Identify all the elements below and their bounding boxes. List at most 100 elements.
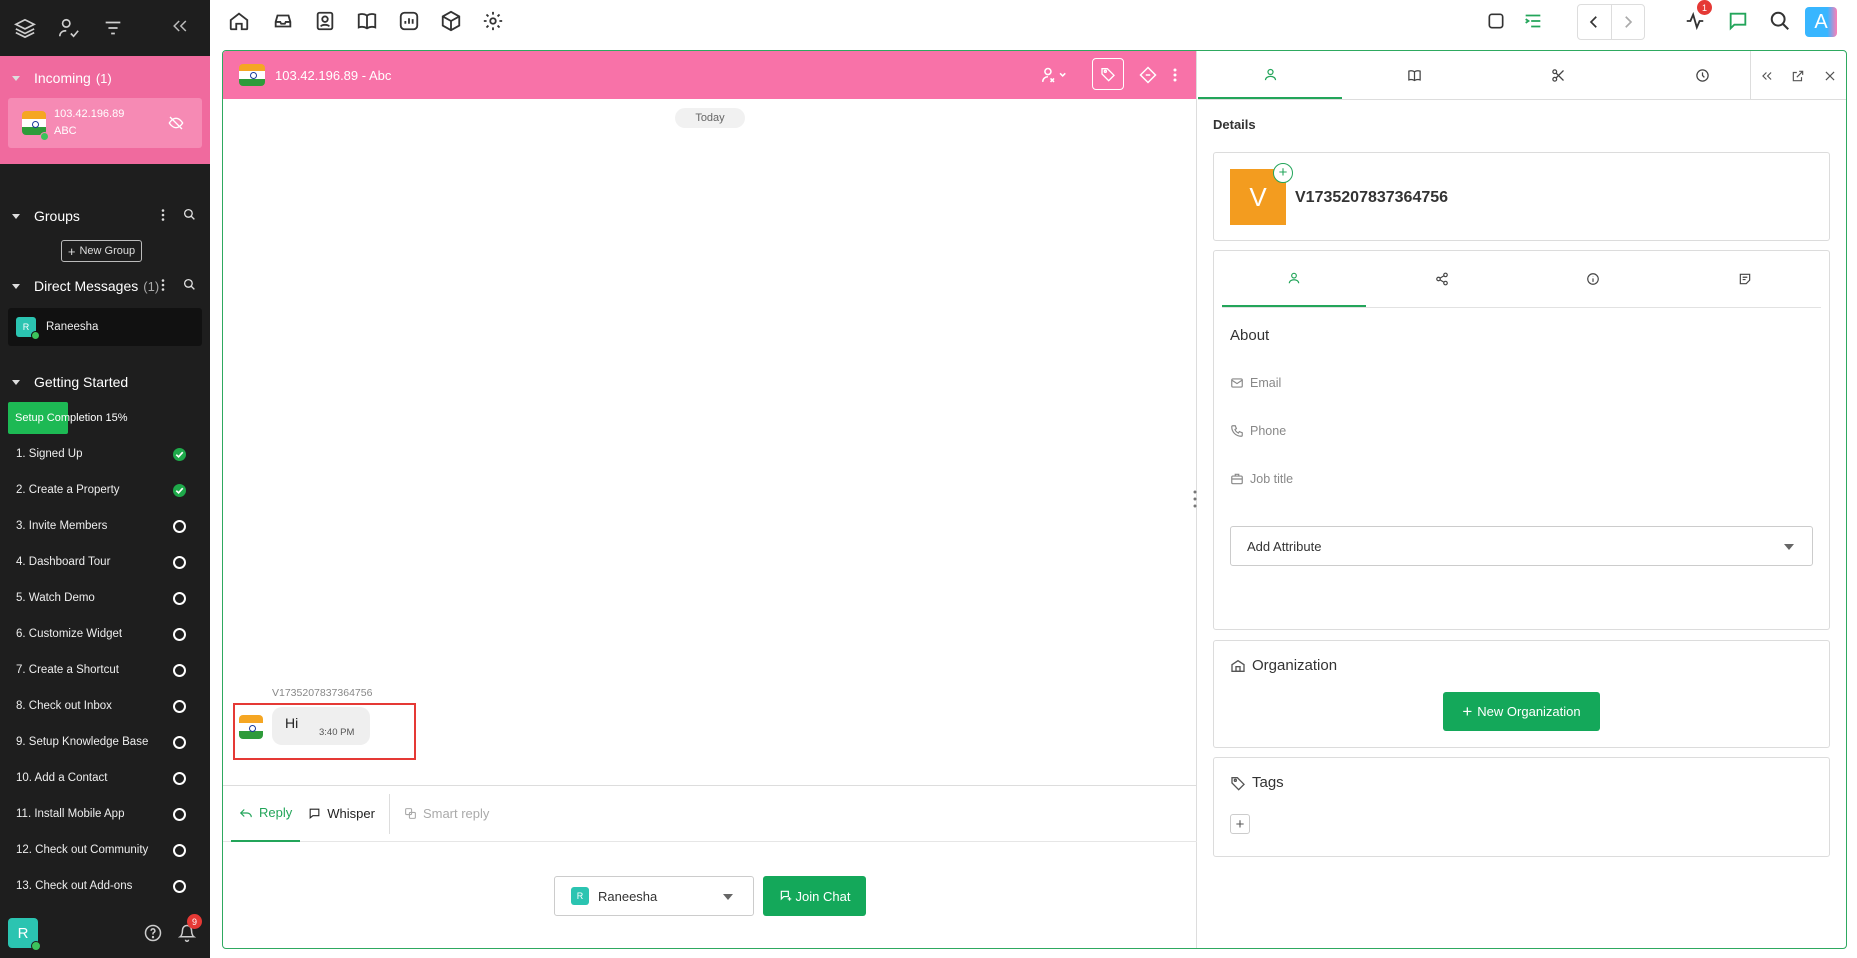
- step-label: 8. Check out Inbox: [16, 700, 112, 712]
- smart-reply-icon: [404, 807, 417, 820]
- chat-title: 103.42.196.89 - Abc: [275, 67, 392, 83]
- book-icon[interactable]: [356, 10, 378, 32]
- tab-reply[interactable]: Reply: [231, 786, 301, 842]
- tag-button[interactable]: [1092, 58, 1124, 90]
- direct-messages-header[interactable]: Direct Messages (1): [0, 272, 210, 300]
- new-organization-button[interactable]: + New Organization: [1443, 692, 1600, 731]
- join-chat-button[interactable]: Join Chat: [763, 876, 866, 916]
- step-label: 2. Create a Property: [16, 484, 120, 496]
- tab-profile[interactable]: [1222, 251, 1366, 307]
- agent-select[interactable]: R Raneesha: [554, 876, 754, 916]
- step-item[interactable]: 8. Check out Inbox: [0, 688, 210, 724]
- dm-user-name: Raneesha: [46, 321, 99, 333]
- online-status-dot: [40, 132, 49, 141]
- indent-list-icon[interactable]: [1522, 10, 1544, 32]
- step-label: 7. Create a Shortcut: [16, 664, 119, 676]
- more-vertical-icon[interactable]: [157, 278, 169, 292]
- home-icon[interactable]: [228, 10, 250, 32]
- assign-user-icon[interactable]: [1041, 66, 1067, 84]
- dm-item-raneesha[interactable]: R Raneesha: [8, 308, 202, 346]
- email-label: Email: [1250, 376, 1282, 390]
- add-photo-button[interactable]: +: [1273, 163, 1293, 183]
- add-tag-button[interactable]: +: [1230, 814, 1250, 834]
- eye-off-icon[interactable]: [168, 115, 184, 131]
- incoming-section: Incoming (1) 103.42.196.89 ABC: [0, 56, 210, 164]
- step-item[interactable]: 10. Add a Contact: [0, 760, 210, 796]
- share-icon: [1435, 272, 1448, 286]
- incoming-chat-item[interactable]: 103.42.196.89 ABC: [8, 98, 202, 148]
- step-label: 11. Install Mobile App: [16, 808, 125, 820]
- incoming-ip: 103.42.196.89: [54, 108, 125, 120]
- tag-icon: [1101, 68, 1115, 82]
- search-icon[interactable]: [183, 208, 196, 222]
- job-title-field[interactable]: Job title: [1230, 472, 1293, 486]
- composer: Reply Whisper Smart reply R Raneesha Joi…: [223, 785, 1197, 948]
- collapse-sidebar-icon[interactable]: [170, 16, 192, 38]
- step-item[interactable]: 1. Signed Up: [0, 436, 210, 472]
- step-item[interactable]: 7. Create a Shortcut: [0, 652, 210, 688]
- step-item[interactable]: 5. Watch Demo: [0, 580, 210, 616]
- getting-started-header[interactable]: Getting Started: [0, 368, 210, 396]
- tab-notes[interactable]: [1669, 251, 1821, 307]
- package-icon[interactable]: [440, 10, 462, 32]
- empty-circle-icon: [173, 880, 186, 893]
- ticket-icon[interactable]: [1139, 66, 1157, 84]
- incoming-label: Incoming: [34, 70, 91, 86]
- new-group-button[interactable]: + New Group: [61, 240, 142, 262]
- incoming-header[interactable]: Incoming (1): [0, 64, 210, 92]
- step-item[interactable]: 4. Dashboard Tour: [0, 544, 210, 580]
- square-icon[interactable]: [1486, 11, 1508, 33]
- caret-down-icon: [12, 75, 20, 81]
- empty-circle-icon: [173, 628, 186, 641]
- message-bubble[interactable]: Hi 3:40 PM: [272, 707, 370, 745]
- step-item[interactable]: 6. Customize Widget: [0, 616, 210, 652]
- tab-share[interactable]: [1366, 251, 1518, 307]
- join-chat-icon: [779, 889, 793, 903]
- external-link-icon[interactable]: [1791, 69, 1805, 83]
- step-item[interactable]: 9. Setup Knowledge Base: [0, 724, 210, 760]
- collapse-panel-icon[interactable]: [1760, 69, 1774, 83]
- back-arrow-icon[interactable]: [1578, 5, 1612, 39]
- tag-icon: [1231, 776, 1245, 791]
- tab-reply-label: Reply: [259, 805, 293, 820]
- about-card: About Email Phone Job title Add Attribut…: [1213, 250, 1830, 630]
- step-item[interactable]: 13. Check out Add-ons: [0, 868, 210, 904]
- add-attribute-select[interactable]: Add Attribute: [1230, 526, 1813, 566]
- agent-select-value: Raneesha: [598, 888, 658, 904]
- layers-icon[interactable]: [14, 17, 36, 39]
- forward-arrow-icon[interactable]: [1612, 5, 1645, 39]
- more-vertical-icon[interactable]: [157, 208, 169, 222]
- email-field[interactable]: Email: [1230, 376, 1281, 390]
- more-vertical-icon[interactable]: [1172, 67, 1178, 83]
- search-icon[interactable]: [183, 278, 196, 292]
- close-icon[interactable]: [1823, 69, 1837, 83]
- phone-field[interactable]: Phone: [1230, 424, 1286, 438]
- step-item[interactable]: 12. Check out Community: [0, 832, 210, 868]
- tab-info[interactable]: [1518, 251, 1670, 307]
- user-check-icon[interactable]: [58, 17, 80, 39]
- tab-visitor-info[interactable]: [1198, 51, 1342, 99]
- user-avatar[interactable]: R: [8, 918, 41, 951]
- step-item[interactable]: 2. Create a Property: [0, 472, 210, 508]
- getting-started-steps: 1. Signed Up 2. Create a Property 3. Invit…: [0, 436, 210, 904]
- step-item[interactable]: 11. Install Mobile App: [0, 796, 210, 832]
- tab-shortcuts[interactable]: [1486, 51, 1630, 99]
- filter-icon[interactable]: [102, 17, 124, 39]
- plus-icon: +: [67, 243, 76, 259]
- reports-icon[interactable]: [398, 10, 420, 32]
- help-icon[interactable]: [144, 924, 162, 942]
- tab-whisper[interactable]: Whisper: [300, 786, 383, 842]
- search-icon[interactable]: [1769, 10, 1791, 32]
- step-item[interactable]: 3. Invite Members: [0, 508, 210, 544]
- inbox-icon[interactable]: [272, 10, 294, 32]
- tab-smart-reply[interactable]: Smart reply: [396, 786, 497, 842]
- contacts-icon[interactable]: [314, 10, 336, 32]
- divider: [388, 793, 390, 834]
- account-avatar[interactable]: A: [1805, 7, 1837, 37]
- tab-knowledge-base[interactable]: [1342, 51, 1486, 99]
- chat-area: 103.42.196.89 - Abc Today V1735207837364…: [223, 51, 1197, 948]
- groups-header[interactable]: Groups: [0, 202, 210, 230]
- online-status-dot: [31, 331, 40, 340]
- settings-gear-icon[interactable]: [482, 10, 504, 32]
- chat-bubble-icon[interactable]: [1727, 10, 1749, 32]
